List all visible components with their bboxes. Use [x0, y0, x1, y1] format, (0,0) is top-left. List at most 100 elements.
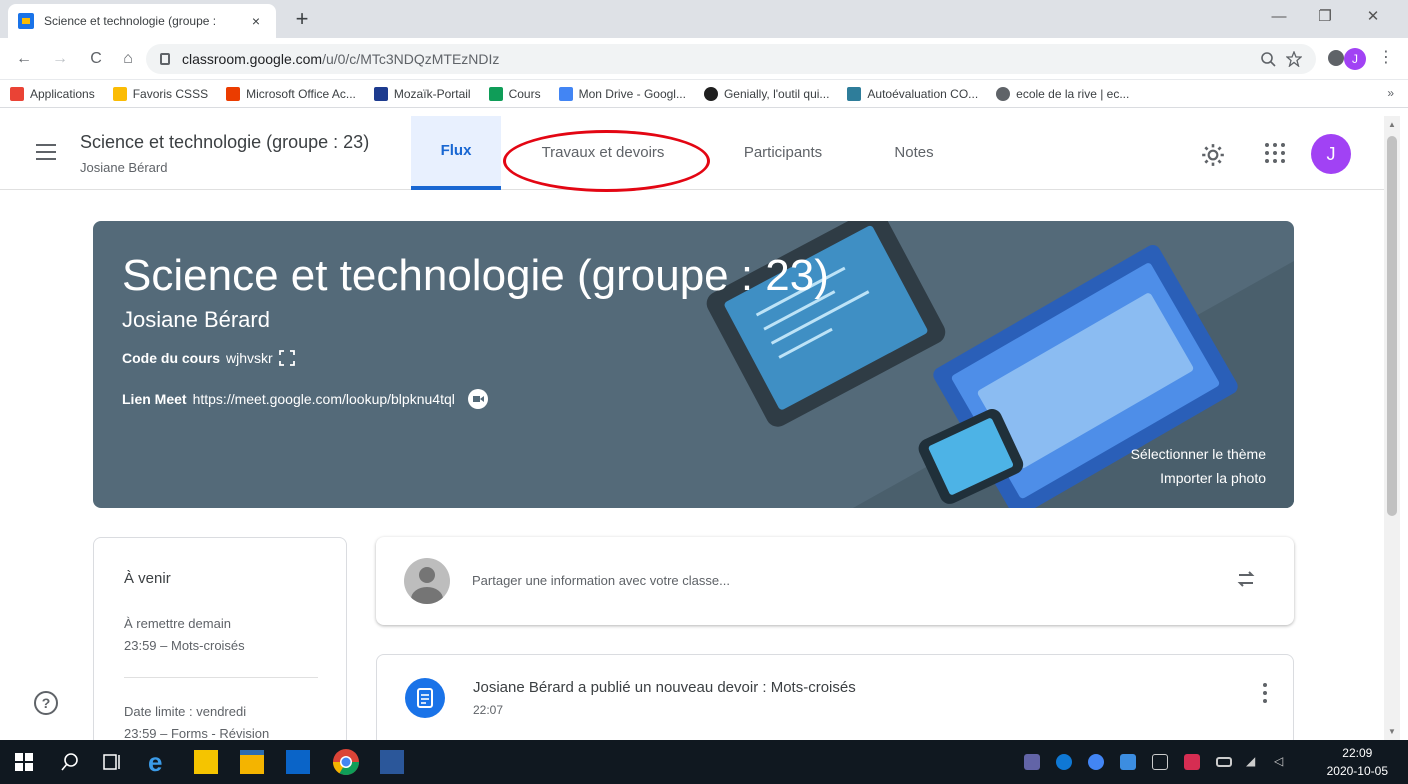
taskbar-clock[interactable]: 22:09 2020-10-05	[1327, 744, 1388, 780]
antivirus-tray-icon[interactable]	[1184, 754, 1200, 770]
sticky-notes-icon[interactable]	[194, 750, 218, 774]
due-friday-label: Date limite : vendredi	[124, 704, 247, 719]
bookmark-label: Autoévaluation CO...	[867, 86, 979, 101]
header-class-title[interactable]: Science et technologie (groupe : 23)	[80, 132, 369, 153]
address-bar[interactable]: classroom.google.com/u/0/c/MTc3NDQzMTEzN…	[146, 44, 1316, 74]
bookmark-drive[interactable]: Mon Drive - Googl...	[558, 86, 686, 101]
browser-menu-icon[interactable]: ⋮	[1378, 47, 1394, 67]
wifi-icon[interactable]: ◢	[1246, 754, 1262, 770]
folder-icon	[112, 86, 127, 101]
class-code-value[interactable]: wjhvskr	[226, 350, 273, 366]
file-explorer-icon[interactable]	[240, 750, 264, 774]
bookmark-ecole-rive[interactable]: ecole de la rive | ec...	[996, 86, 1130, 101]
scroll-down-icon[interactable]: ▼	[1388, 727, 1396, 736]
zoom-icon[interactable]	[1260, 51, 1276, 67]
search-icon[interactable]	[58, 750, 82, 774]
post-title[interactable]: Josiane Bérard a publié un nouveau devoi…	[473, 679, 856, 696]
import-photo-link[interactable]: Importer la photo	[1160, 470, 1266, 486]
maximize-button[interactable]: ❐	[1302, 0, 1348, 34]
task-view-icon[interactable]	[100, 750, 124, 774]
bookmark-applications[interactable]: Applications	[10, 86, 95, 101]
bookmark-label: Genially, l'outil qui...	[723, 86, 830, 101]
edge-icon[interactable]: e	[148, 749, 172, 775]
account-avatar[interactable]: J	[1311, 134, 1351, 174]
select-theme-link[interactable]: Sélectionner le thème	[1131, 446, 1266, 462]
main-menu-icon[interactable]	[36, 144, 56, 160]
back-button[interactable]: ←	[12, 47, 36, 71]
bookmark-cours[interactable]: Cours	[488, 86, 541, 101]
scrollbar-thumb[interactable]	[1387, 136, 1397, 516]
tab-flux[interactable]: Flux	[411, 116, 501, 190]
class-code-row: Code du cours wjhvskr	[122, 350, 295, 366]
chrome-icon[interactable]	[332, 748, 360, 776]
url-host: classroom.google.com	[182, 51, 323, 67]
windows-start-icon[interactable]	[12, 750, 36, 774]
word-icon[interactable]	[380, 750, 404, 774]
help-icon[interactable]: ?	[34, 691, 58, 715]
share-announcement-box[interactable]: Partager une information avec votre clas…	[376, 537, 1294, 625]
fullscreen-icon[interactable]	[278, 350, 295, 366]
share-placeholder[interactable]: Partager une information avec votre clas…	[472, 573, 730, 588]
office-icon	[226, 86, 241, 101]
bookmark-star-icon[interactable]	[1286, 51, 1302, 67]
minimize-button[interactable]: —	[1256, 0, 1302, 34]
close-window-button[interactable]: ✕	[1350, 0, 1396, 34]
clock-time: 22:09	[1342, 746, 1373, 760]
reload-button[interactable]: C	[84, 47, 108, 71]
app-tray-icon[interactable]	[1120, 754, 1136, 770]
url-path: /u/0/c/MTc3NDQzMTEzNDIz	[322, 51, 500, 67]
banner-teacher-name: Josiane Bérard	[122, 307, 270, 332]
bookmark-mozaik[interactable]: Mozaïk-Portail	[373, 86, 471, 101]
new-tab-button[interactable]: +	[288, 6, 316, 34]
page-scrollbar[interactable]: ▲ ▼	[1384, 116, 1400, 740]
upcoming-item-link[interactable]: 23:59 – Forms - Révision	[124, 726, 269, 741]
globe-icon	[996, 86, 1011, 101]
settings-gear-icon[interactable]	[1200, 142, 1226, 168]
browser-tab-classroom[interactable]: Science et technologie (groupe : ×	[8, 4, 276, 38]
annotation-red-circle	[503, 130, 710, 192]
bookmark-genially[interactable]: Genially, l'outil qui...	[703, 86, 830, 101]
due-tomorrow-label: À remettre demain	[124, 616, 231, 631]
home-button[interactable]: ⌂	[116, 47, 140, 71]
volume-icon[interactable]: ◁	[1274, 754, 1290, 770]
post-time: 22:07	[473, 703, 504, 717]
tab-participants[interactable]: Participants	[720, 116, 846, 190]
bookmark-label: ecole de la rive | ec...	[1016, 86, 1130, 101]
post-more-options-icon[interactable]	[1263, 683, 1267, 707]
tab-notes[interactable]: Notes	[872, 116, 956, 190]
stream-post[interactable]: Josiane Bérard a publié un nouveau devoi…	[376, 654, 1294, 747]
google-apps-icon[interactable]	[1265, 143, 1285, 163]
tab-close-icon[interactable]: ×	[246, 13, 266, 29]
bookmark-label: Microsoft Office Ac...	[246, 86, 356, 101]
url-text[interactable]: classroom.google.com/u/0/c/MTc3NDQzMTEzN…	[182, 51, 1260, 67]
forward-button[interactable]: →	[48, 47, 72, 71]
teams-tray-icon[interactable]	[1024, 754, 1040, 770]
meet-video-icon[interactable]	[467, 388, 489, 410]
upcoming-divider	[124, 677, 318, 678]
bookmark-label: Applications	[30, 86, 95, 101]
scroll-up-icon[interactable]: ▲	[1388, 120, 1396, 129]
onedrive-tray-icon[interactable]	[1056, 754, 1072, 770]
clock-date: 2020-10-05	[1326, 764, 1388, 778]
outlook-icon[interactable]	[286, 750, 310, 774]
bookmark-office[interactable]: Microsoft Office Ac...	[226, 86, 356, 101]
sync-tray-icon[interactable]	[1088, 754, 1104, 770]
extension-icon[interactable]	[1328, 50, 1344, 66]
windows-taskbar: e ◢ ◁ 22:09 2020-10-05	[0, 740, 1408, 784]
user-avatar	[404, 558, 450, 604]
tab-title: Science et technologie (groupe :	[44, 14, 217, 28]
network-tray-icon[interactable]	[1152, 754, 1168, 770]
classroom-icon	[488, 86, 503, 101]
header-teacher-name: Josiane Bérard	[80, 160, 168, 175]
bookmark-favoris-csss[interactable]: Favoris CSSS	[112, 86, 208, 101]
meet-link-row: Lien Meet https://meet.google.com/lookup…	[122, 388, 489, 410]
browser-profile-avatar[interactable]: J	[1344, 48, 1366, 70]
meet-link-label: Lien Meet	[122, 391, 187, 407]
meet-link-value[interactable]: https://meet.google.com/lookup/blpknu4tq…	[193, 391, 455, 407]
upcoming-item-link[interactable]: 23:59 – Mots-croisés	[124, 638, 245, 653]
bookmarks-more-icon[interactable]: »	[1387, 86, 1394, 100]
reuse-post-icon[interactable]	[1234, 567, 1258, 591]
mozaik-icon	[373, 86, 388, 101]
battery-icon[interactable]	[1216, 757, 1232, 767]
bookmark-autoevaluation[interactable]: Autoévaluation CO...	[847, 86, 979, 101]
